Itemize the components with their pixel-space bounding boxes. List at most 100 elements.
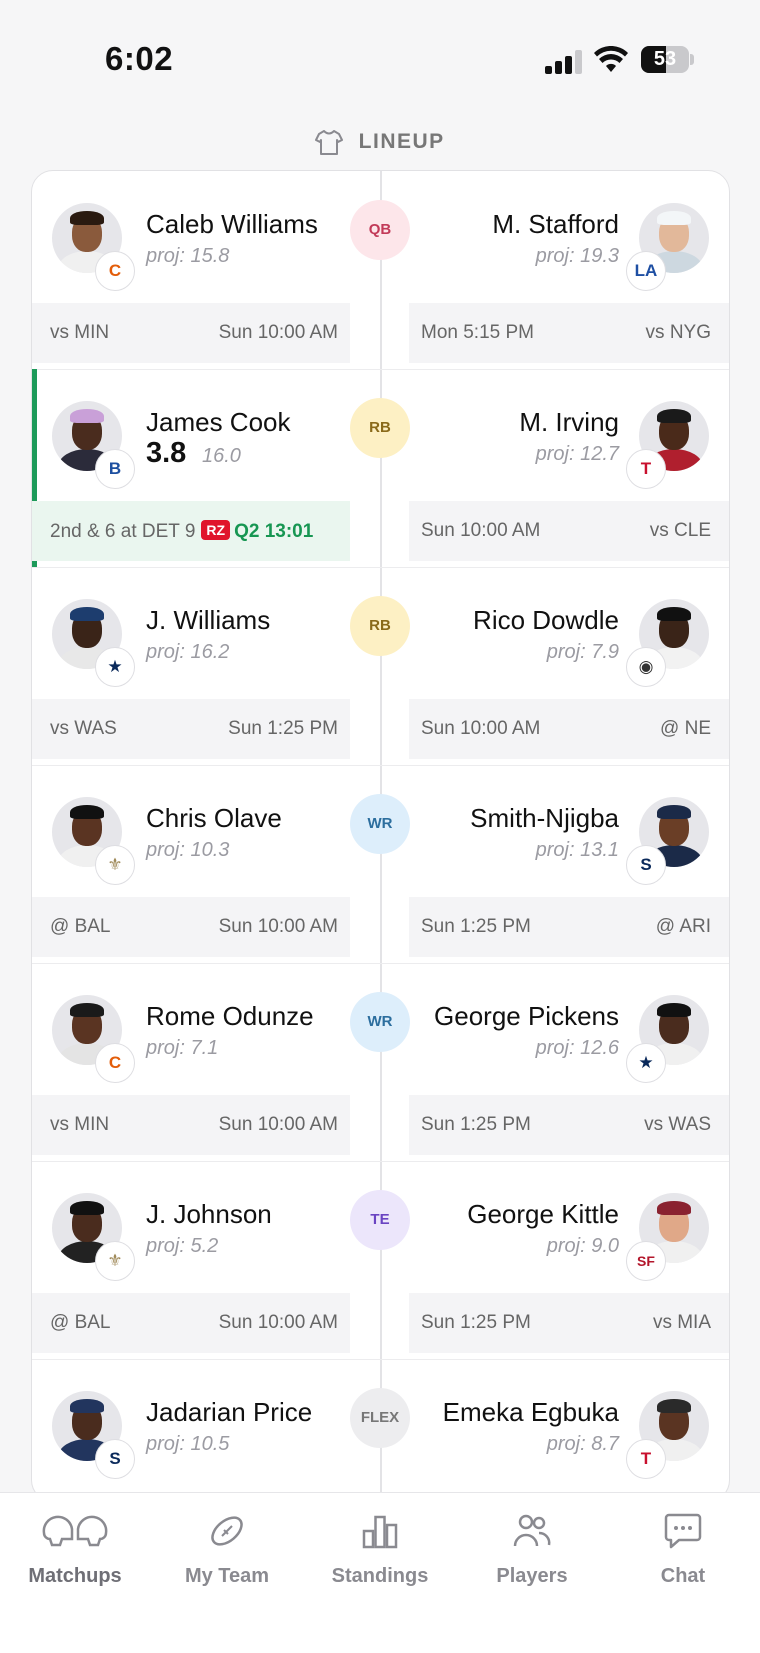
opponent: vs MIA — [652, 1312, 711, 1333]
player-name[interactable]: J. Johnson — [146, 1199, 272, 1230]
lineup-row-flex[interactable]: S Jadarian Price proj: 10.5 FLEX T Emeka… — [32, 1359, 729, 1501]
chat-bubble-icon — [664, 1513, 702, 1549]
player-projection: proj: 8.7 — [546, 1433, 619, 1455]
player-name[interactable]: Rome Odunze — [146, 1001, 314, 1032]
player-projection: proj: 13.1 — [535, 839, 619, 861]
player-projection: proj: 15.8 — [146, 245, 230, 267]
tab-label: Standings — [331, 1565, 429, 1587]
tab-label: Matchups — [28, 1565, 122, 1587]
battery-icon: 53 — [641, 46, 689, 73]
player-name[interactable]: M. Stafford — [492, 209, 619, 240]
bar-chart-icon — [362, 1515, 398, 1549]
opponent: @ ARI — [655, 916, 711, 937]
player-name[interactable]: Smith-Njigba — [470, 803, 619, 834]
player-name[interactable]: Chris Olave — [146, 803, 282, 834]
lineup-row-rb[interactable]: ★ J. Williams proj: 16.2 RB ◉ Rico Dowdl… — [32, 567, 729, 766]
tab-my-team[interactable]: My Team — [152, 1511, 302, 1588]
player-projection: proj: 7.9 — [546, 641, 619, 663]
game-info-left: @ BAL Sun 10:00 AM — [32, 1293, 350, 1353]
red-zone-badge: RZ — [201, 520, 231, 540]
wifi-icon — [594, 46, 628, 72]
saints-logo-icon: ⚜ — [95, 845, 135, 885]
opponent: @ BAL — [50, 1312, 111, 1333]
player-name[interactable]: Emeka Egbuka — [443, 1397, 619, 1428]
player-name[interactable]: James Cook — [146, 407, 291, 438]
lineup-row-te[interactable]: ⚜ J. Johnson proj: 5.2 TE SF George Kitt… — [32, 1161, 729, 1360]
game-info-left: @ BAL Sun 10:00 AM — [32, 897, 350, 957]
lineup-row-rb[interactable]: B James Cook 3.8 16.0 RB T M. Irving pro… — [32, 369, 729, 568]
battery-percent: 53 — [653, 48, 677, 70]
player-name[interactable]: J. Williams — [146, 605, 270, 636]
game-time: Sun 10:00 AM — [218, 916, 338, 937]
game-info-right: Sun 10:00 AM vs CLE — [409, 501, 729, 561]
player-name[interactable]: Rico Dowdle — [473, 605, 619, 636]
opponent: vs CLE — [649, 520, 711, 541]
status-time: 6:02 — [105, 40, 174, 77]
steelers-logo-icon: ◉ — [626, 647, 666, 687]
game-info-left: vs MIN Sun 10:00 AM — [32, 1095, 350, 1155]
tab-chat[interactable]: Chat — [608, 1511, 758, 1588]
buccaneers-logo-icon: T — [626, 1439, 666, 1479]
player-projection: proj: 9.0 — [546, 1235, 619, 1257]
lineup-row-qb[interactable]: C Caleb Williams proj: 15.8 QB LA M. Sta… — [32, 171, 729, 370]
lineup-title: LINEUP — [358, 130, 445, 153]
game-time: Sun 10:00 AM — [421, 718, 541, 739]
player-projection: proj: 10.3 — [146, 839, 230, 861]
game-time: Sun 1:25 PM — [421, 1312, 531, 1333]
tab-matchups[interactable]: Matchups — [0, 1511, 150, 1588]
player-name[interactable]: M. Irving — [519, 407, 619, 438]
player-name[interactable]: George Pickens — [434, 1001, 619, 1032]
player-projection: proj: 12.7 — [535, 443, 619, 465]
game-clock: Q2 13:01 — [234, 521, 314, 542]
helmets-icon — [42, 1515, 108, 1547]
rams-logo-icon: LA — [626, 251, 666, 291]
live-score: 3.8 — [146, 437, 187, 469]
player-name[interactable]: Caleb Williams — [146, 209, 318, 240]
lineup-card: C Caleb Williams proj: 15.8 QB LA M. Sta… — [31, 170, 730, 1502]
position-badge-rb: RB — [350, 596, 410, 656]
opponent: vs MIN — [50, 1114, 110, 1135]
tab-label: Players — [496, 1565, 568, 1587]
buccaneers-logo-icon: T — [626, 449, 666, 489]
lineup-row-wr[interactable]: C Rome Odunze proj: 7.1 WR ★ George Pick… — [32, 963, 729, 1162]
live-game-info: 2nd & 6 at DET 9 RZ Q2 13:01 — [32, 501, 350, 561]
game-time: Sun 10:00 AM — [421, 520, 541, 541]
lineup-row-wr[interactable]: ⚜ Chris Olave proj: 10.3 WR S Smith-Njig… — [32, 765, 729, 964]
tab-standings[interactable]: Standings — [305, 1511, 455, 1588]
opponent: vs WAS — [50, 718, 117, 739]
lineup-header: LINEUP — [0, 128, 760, 162]
seahawks-logo-icon: S — [626, 845, 666, 885]
game-time: Sun 1:25 PM — [421, 916, 531, 937]
player-projection: 16.0 — [202, 445, 241, 467]
player-projection: proj: 12.6 — [535, 1037, 619, 1059]
cowboys-logo-icon: ★ — [626, 1043, 666, 1083]
status-bar: 6:02 53 — [0, 0, 760, 110]
position-badge-wr: WR — [350, 794, 410, 854]
player-projection: proj: 5.2 — [146, 1235, 219, 1257]
game-time: Mon 5:15 PM — [421, 322, 534, 343]
bills-logo-icon: B — [95, 449, 135, 489]
player-projection: proj: 16.2 — [146, 641, 230, 663]
game-time: Sun 10:00 AM — [218, 1114, 338, 1135]
tab-label: Chat — [660, 1565, 706, 1587]
position-badge-wr: WR — [350, 992, 410, 1052]
position-badge-te: TE — [350, 1190, 410, 1250]
player-name[interactable]: Jadarian Price — [146, 1397, 312, 1428]
game-info-right: Sun 10:00 AM @ NE — [409, 699, 729, 759]
position-badge-qb: QB — [350, 200, 410, 260]
seahawks-logo-icon: S — [95, 1439, 135, 1479]
game-info-right: Sun 1:25 PM vs WAS — [409, 1095, 729, 1155]
down-and-distance: 2nd & 6 at DET 9 — [50, 521, 196, 542]
bears-logo-icon: C — [95, 251, 135, 291]
tab-label: My Team — [184, 1565, 270, 1587]
player-projection: proj: 7.1 — [146, 1037, 219, 1059]
game-info-right: Mon 5:15 PM vs NYG — [409, 303, 729, 363]
tab-players[interactable]: Players — [457, 1511, 607, 1588]
cowboys-logo-icon: ★ — [95, 647, 135, 687]
opponent: @ BAL — [50, 916, 111, 937]
opponent: vs MIN — [50, 322, 110, 343]
player-projection: proj: 10.5 — [146, 1433, 230, 1455]
player-projection: proj: 19.3 — [535, 245, 619, 267]
opponent: vs NYG — [645, 322, 711, 343]
player-name[interactable]: George Kittle — [467, 1199, 619, 1230]
